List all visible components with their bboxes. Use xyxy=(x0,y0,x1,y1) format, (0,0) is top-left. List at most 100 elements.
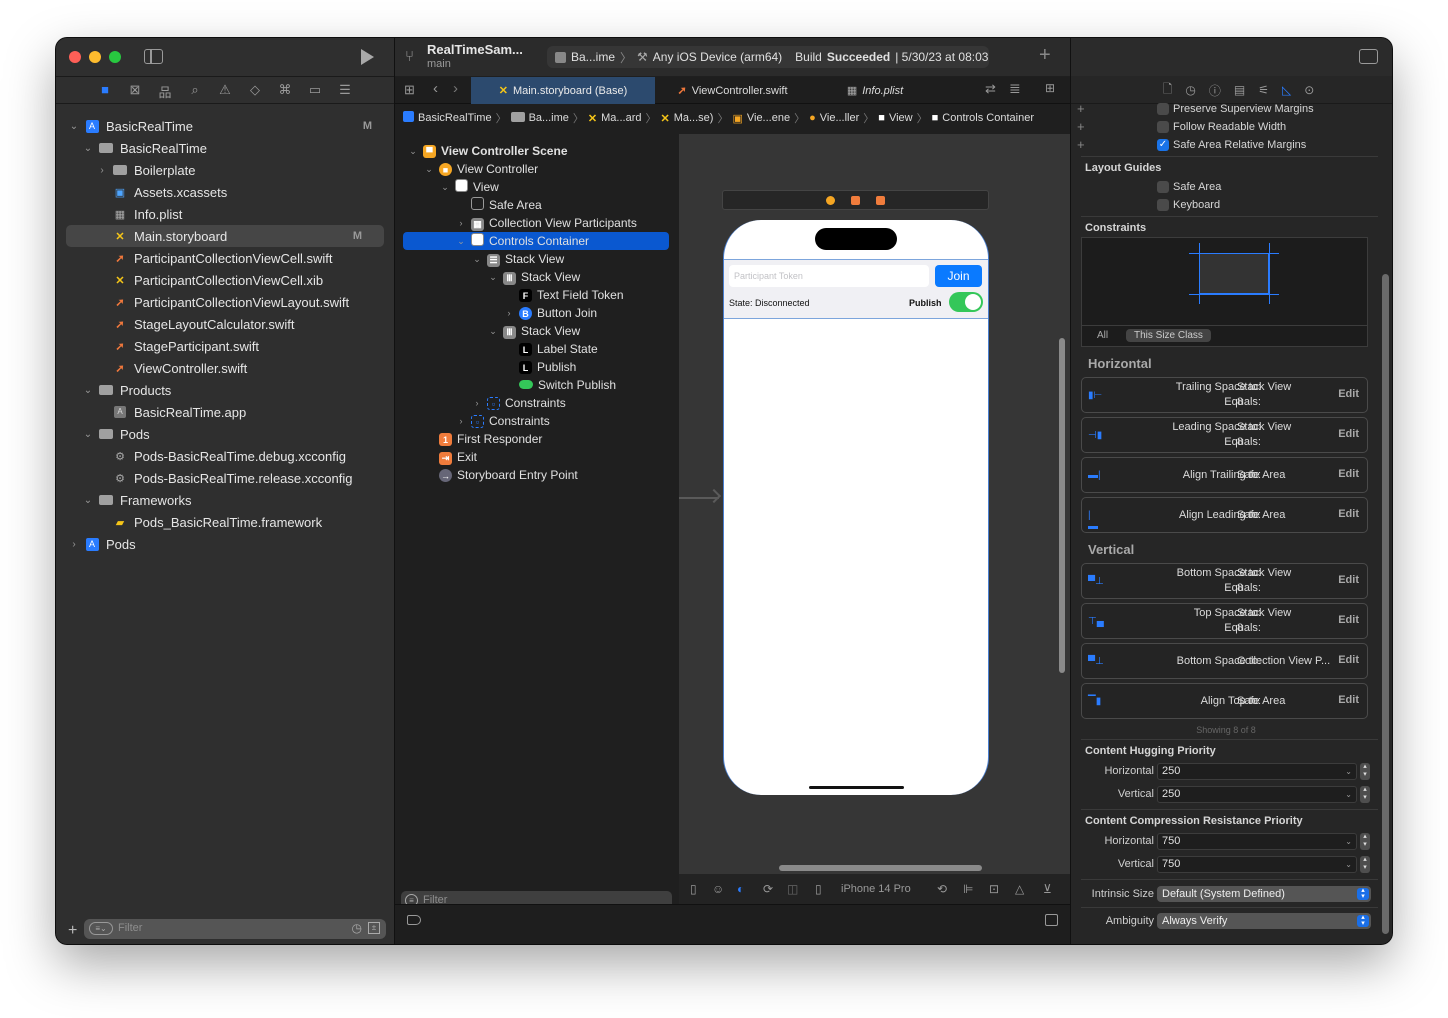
outline-item[interactable]: › ▦ Collection View Participants xyxy=(403,214,669,232)
tab-main-storyboard[interactable]: ✕ Main.storyboard (Base) xyxy=(471,77,655,104)
constraint-card[interactable]: ▔▮ Align Top to: Safe Area Edit xyxy=(1081,683,1368,719)
vertical-scrollbar[interactable] xyxy=(1059,338,1065,673)
constraint-card[interactable]: ▮⊢ Trailing Space to: Stack View Equals:… xyxy=(1081,377,1368,413)
edit-constraint-button[interactable]: Edit xyxy=(1338,654,1359,666)
outline-item[interactable]: ⌄ View xyxy=(403,178,669,196)
device-icon[interactable]: ▯ xyxy=(815,882,822,896)
outline-item[interactable]: → Storyboard Entry Point xyxy=(403,466,669,484)
attributes-inspector-icon[interactable]: ⚟ xyxy=(1258,83,1269,97)
disclosure-chevron-icon[interactable]: › xyxy=(455,218,467,228)
variation-plus-button[interactable]: + xyxy=(1077,119,1085,134)
file-tree-item[interactable]: ➚ ParticipantCollectionViewCell.swift xyxy=(56,247,394,269)
update-frames-icon[interactable]: ⟲ xyxy=(937,882,947,896)
filter-options-icon[interactable]: ≡⌄ xyxy=(89,922,113,935)
chevron-down-icon[interactable]: ⌄ xyxy=(1345,857,1352,872)
controls-container[interactable]: Participant Token Join State: Disconnect… xyxy=(724,259,988,319)
source-control-navigator-icon[interactable]: ⊠ xyxy=(126,82,144,98)
issue-navigator-icon[interactable]: ⚠ xyxy=(216,82,234,98)
debug-area-toggle-icon[interactable] xyxy=(1045,914,1058,926)
hugging-vertical-field[interactable]: 250 ⌄ xyxy=(1157,786,1357,803)
edit-constraint-button[interactable]: Edit xyxy=(1338,428,1359,440)
adjust-editor-icon[interactable]: ⇄ xyxy=(985,81,996,97)
symbol-navigator-icon[interactable]: 品 xyxy=(156,82,174,100)
stepper-icon[interactable]: ▴ ▾ xyxy=(1360,856,1370,873)
folder-navigator-icon[interactable]: ■ xyxy=(96,82,114,98)
file-tree-item[interactable]: ➚ ParticipantCollectionViewLayout.swift xyxy=(56,291,394,313)
checkbox[interactable]: ✓ xyxy=(1157,139,1169,151)
stepper-icon[interactable]: ▴ ▾ xyxy=(1360,833,1370,850)
outline-item[interactable]: ⌄ ■ View Controller xyxy=(403,160,669,178)
hugging-horizontal-field[interactable]: 250 ⌄ xyxy=(1157,763,1357,780)
find-navigator-icon[interactable]: ⌕ xyxy=(186,82,204,98)
outline-item[interactable]: ⌄ ▀ View Controller Scene xyxy=(403,142,669,160)
edit-constraint-button[interactable]: Edit xyxy=(1338,508,1359,520)
disclosure-chevron-icon[interactable]: ⌄ xyxy=(68,121,80,132)
related-items-icon[interactable]: ⊞ xyxy=(404,82,415,98)
file-tree-item[interactable]: ⌄ BasicRealTime xyxy=(56,137,394,159)
branch-name[interactable]: main xyxy=(427,58,451,70)
compression-horizontal-field[interactable]: 750 ⌄ xyxy=(1157,833,1357,850)
connections-inspector-icon[interactable]: ⊙ xyxy=(1304,83,1314,97)
test-navigator-icon[interactable]: ◇ xyxy=(246,82,264,98)
file-tree-item[interactable]: A BasicRealTime.app xyxy=(56,401,394,423)
checkbox[interactable] xyxy=(1157,199,1169,211)
inspector-toggle-icon[interactable] xyxy=(1359,49,1378,64)
constraint-card[interactable]: ▀⊥ Bottom Space to: Stack View Equals: 8 … xyxy=(1081,563,1368,599)
project-title[interactable]: RealTimeSam... xyxy=(427,42,523,57)
file-tree-item[interactable]: ➚ ViewController.swift xyxy=(56,357,394,379)
disclosure-chevron-icon[interactable]: ⌄ xyxy=(471,254,483,265)
participant-token-field[interactable]: Participant Token xyxy=(729,265,929,287)
accessibility-icon[interactable]: ☺ xyxy=(712,882,724,896)
stepper-icon[interactable]: ▴ ▾ xyxy=(1360,786,1370,803)
disclosure-chevron-icon[interactable]: ⌄ xyxy=(439,182,451,193)
outline-item[interactable]: Safe Area xyxy=(403,196,669,214)
edit-constraint-button[interactable]: Edit xyxy=(1338,694,1359,706)
variation-plus-button[interactable]: + xyxy=(1077,137,1085,152)
file-tree-item[interactable]: ▣ Assets.xcassets xyxy=(56,181,394,203)
size-inspector-icon[interactable]: ◺ xyxy=(1282,83,1291,97)
file-tree-item[interactable]: ✕ ParticipantCollectionViewCell.xib xyxy=(56,269,394,291)
back-button[interactable]: ‹ xyxy=(433,80,438,97)
breadcrumb-item[interactable]: ● Vie...ller 〉 xyxy=(809,110,874,126)
add-file-button[interactable]: + xyxy=(68,922,77,940)
minimize-window-button[interactable] xyxy=(89,51,101,63)
variation-plus-button[interactable]: + xyxy=(1077,101,1085,116)
report-navigator-icon[interactable]: ☰ xyxy=(336,82,354,98)
breadcrumb-item[interactable]: ✕ Ma...ard 〉 xyxy=(588,110,657,126)
destination-selector[interactable]: Any iOS Device (arm64) xyxy=(653,50,782,64)
disclosure-chevron-icon[interactable]: › xyxy=(96,165,108,176)
chevron-down-icon[interactable]: ⌄ xyxy=(1345,834,1352,849)
outline-item[interactable]: ⌄ Controls Container xyxy=(403,232,669,250)
constraints-diagram[interactable]: All This Size Class xyxy=(1081,237,1368,347)
breakpoint-navigator-icon[interactable]: ▭ xyxy=(306,82,324,98)
outline-item[interactable]: L Label State xyxy=(403,340,669,358)
split-view-icon[interactable]: ◫ xyxy=(787,882,798,896)
segment-this-size-class[interactable]: This Size Class xyxy=(1126,329,1211,342)
file-tree-item[interactable]: ⌄ A BasicRealTime M xyxy=(56,115,394,137)
debug-navigator-icon[interactable]: ⌘ xyxy=(276,82,294,98)
checkbox[interactable] xyxy=(1157,103,1169,115)
edit-constraint-button[interactable]: Edit xyxy=(1338,468,1359,480)
publish-switch[interactable] xyxy=(949,292,983,312)
breadcrumb-item[interactable]: ■ Controls Container xyxy=(932,112,1034,124)
source-control-filter-icon[interactable]: ± xyxy=(368,922,380,934)
quick-help-icon[interactable]: ⓘ xyxy=(1209,82,1221,99)
stepper-icon[interactable]: ▴ ▾ xyxy=(1360,763,1370,780)
constraint-card[interactable]: ⊤▄ Top Space to: Stack View Equals: 8 Edi… xyxy=(1081,603,1368,639)
file-tree-item[interactable]: ⌄ Products xyxy=(56,379,394,401)
navigator-filter-field[interactable]: ≡⌄ Filter ◷ ± xyxy=(84,919,386,939)
embed-in-icon[interactable]: ⊻ xyxy=(1043,882,1052,896)
join-button[interactable]: Join xyxy=(935,265,982,287)
breadcrumb-item[interactable]: BasicRealTime 〉 xyxy=(403,110,507,126)
disclosure-chevron-icon[interactable]: › xyxy=(68,539,80,550)
disclosure-chevron-icon[interactable]: ⌄ xyxy=(423,164,435,175)
disclosure-chevron-icon[interactable]: › xyxy=(455,416,467,426)
close-window-button[interactable] xyxy=(69,51,81,63)
file-tree-item[interactable]: ⌄ Pods xyxy=(56,423,394,445)
disclosure-chevron-icon[interactable]: ⌄ xyxy=(82,143,94,154)
outline-item[interactable]: ⌄ Ⅲ Stack View xyxy=(403,268,669,286)
outline-item[interactable]: › B Button Join xyxy=(403,304,669,322)
inspector-scrollbar[interactable] xyxy=(1382,274,1389,934)
edit-constraint-button[interactable]: Edit xyxy=(1338,614,1359,626)
history-inspector-icon[interactable]: ◷ xyxy=(1185,83,1195,97)
